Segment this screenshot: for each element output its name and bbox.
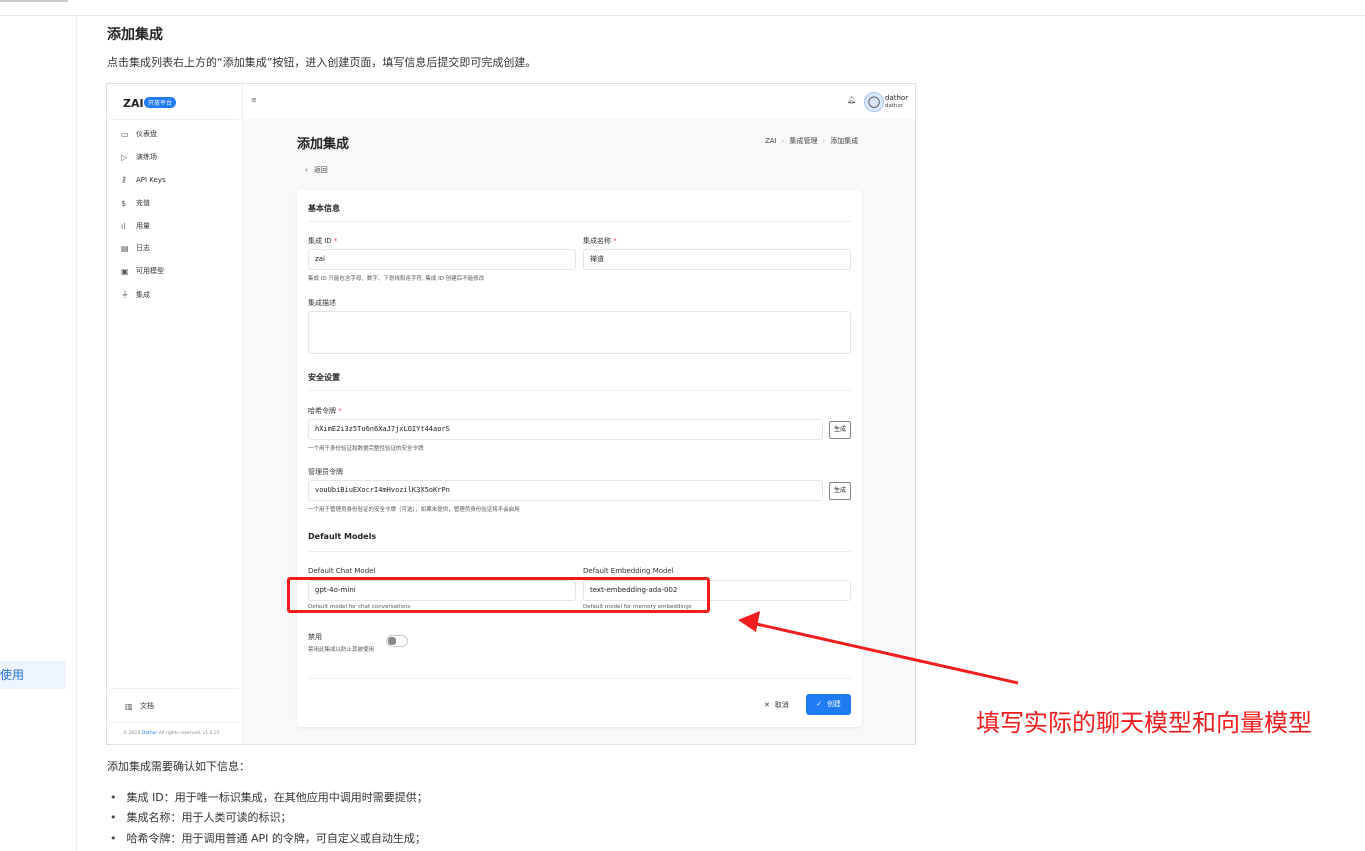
arrow-shaft [751,621,1019,685]
doc-bullet: 集成名称：用于人类可读的标识； [110,809,292,825]
doc-bullet: 集成 ID：用于唯一标识集成，在其他应用中调用时需要提供； [110,789,428,805]
doc-after-text: 添加集成需要确认如下信息： [107,760,250,773]
doc-bullet: 哈希令牌：用于调用普通 API 的令牌，可自定义或自动生成； [110,830,426,846]
arrow-head [738,611,760,632]
annotation-text: 填写实际的聊天模型和向量模型 [976,709,1312,737]
